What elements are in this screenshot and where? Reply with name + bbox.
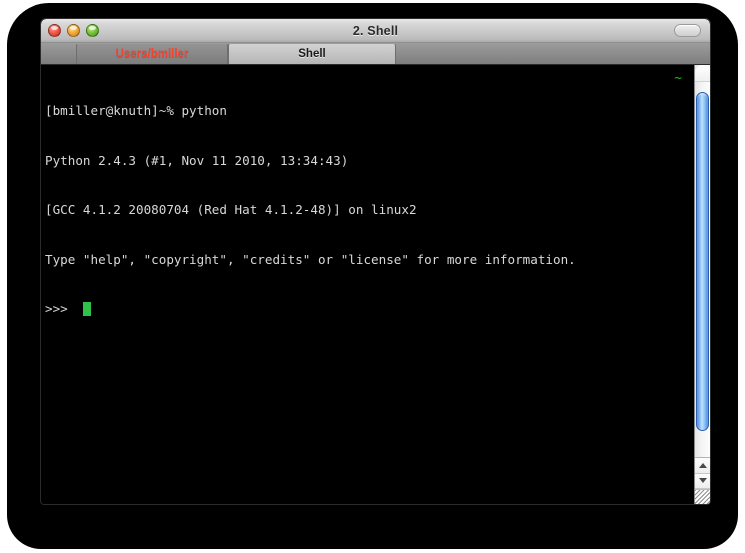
tab-bar: Users/bmiller Shell [41, 43, 710, 65]
tab-shell[interactable]: Shell [228, 43, 396, 64]
window-titlebar[interactable]: 2. Shell [41, 19, 710, 43]
terminal-window: 2. Shell Users/bmiller Shell ~ [bmiller@… [40, 18, 711, 505]
window-resize-grip[interactable] [695, 489, 710, 504]
scrollbar-track-cap [695, 65, 710, 82]
scroll-down-button[interactable] [695, 473, 710, 489]
chevron-down-icon [698, 478, 707, 484]
window-controls [48, 24, 99, 37]
text-cursor [82, 302, 91, 317]
zoom-button-icon[interactable] [86, 24, 99, 37]
python-prompt: >>> [45, 301, 68, 316]
terminal-line: [bmiller@knuth]~% python [45, 103, 227, 118]
terminal-body: ~ [bmiller@knuth]~% python Python 2.4.3 … [41, 65, 710, 504]
terminal-output: [bmiller@knuth]~% python Python 2.4.3 (#… [45, 70, 688, 351]
scrollbar-track[interactable] [695, 65, 710, 457]
home-directory-marker: ~ [674, 70, 682, 85]
tab-label: Users/bmiller [115, 48, 189, 60]
terminal-line: [GCC 4.1.2 20080704 (Red Hat 4.1.2-48)] … [45, 202, 417, 217]
terminal-screen[interactable]: ~ [bmiller@knuth]~% python Python 2.4.3 … [41, 65, 694, 504]
window-title: 2. Shell [352, 23, 399, 38]
close-button-icon[interactable] [48, 24, 61, 37]
toolbar-toggle-button[interactable] [674, 24, 701, 37]
terminal-line: Type "help", "copyright", "credits" or "… [45, 251, 576, 267]
vertical-scrollbar[interactable] [694, 65, 710, 504]
terminal-line: Python 2.4.3 (#1, Nov 11 2010, 13:34:43) [45, 152, 349, 168]
minimize-button-icon[interactable] [67, 24, 80, 37]
tab-users-bmiller[interactable]: Users/bmiller [76, 43, 228, 64]
scroll-up-button[interactable] [695, 458, 710, 474]
scrollbar-thumb[interactable] [696, 92, 709, 431]
screenshot-root: 2. Shell Users/bmiller Shell ~ [bmiller@… [0, 0, 745, 553]
chevron-up-icon [698, 462, 707, 468]
terminal-prompt-line: >>> [45, 301, 688, 318]
tab-label: Shell [298, 48, 326, 60]
scrollbar-arrows [695, 457, 710, 489]
